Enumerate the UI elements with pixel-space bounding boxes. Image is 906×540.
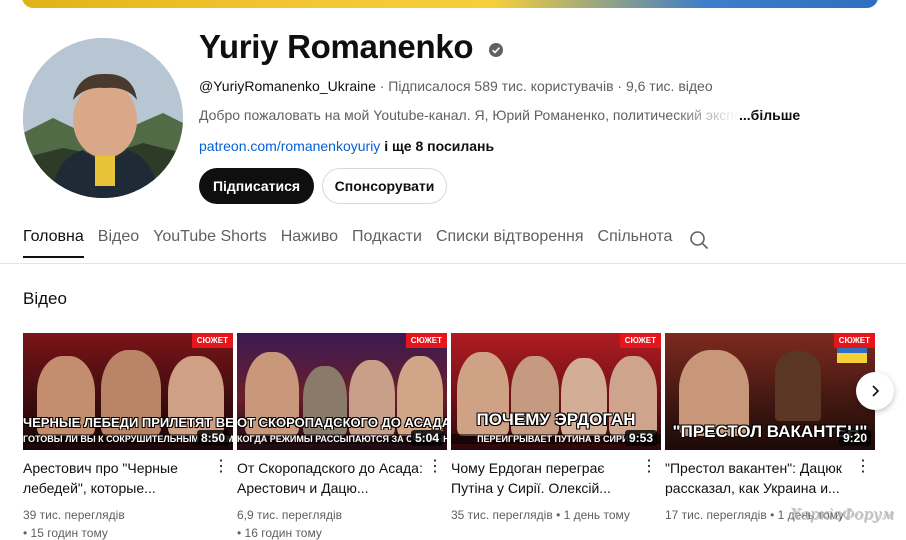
channel-stats: · Підписалося 589 тис. користувачів · 9,… <box>375 78 713 94</box>
more-vert-icon[interactable]: ⋮ <box>855 457 871 477</box>
video-thumbnail[interactable]: СЮЖЕТ ЧЕРНЫЕ ЛЕБЕДИ ПРИЛЕТЯТ ВЕСНОЙ ГОТО… <box>23 333 233 450</box>
channel-name: Yuriy Romanenko <box>199 28 474 65</box>
video-card[interactable]: СЮЖЕТ "ПРЕСТОЛ ВАКАНТЕН" 9:20 "Престол в… <box>665 333 875 522</box>
section-title: Відео <box>23 289 67 308</box>
video-duration: 9:53 <box>624 430 657 446</box>
status-badge: СЮЖЕТ <box>405 333 447 348</box>
channel-handle: @YuriyRomanenko_Ukraine <box>199 78 376 94</box>
tab-videos[interactable]: Відео <box>98 228 139 258</box>
throne-icon <box>775 351 821 421</box>
video-views-count: 17 тис. переглядів <box>665 508 767 522</box>
channel-banner[interactable] <box>22 0 878 8</box>
video-thumbnail[interactable]: СЮЖЕТ ПОЧЕМУ ЭРДОГАН ПЕРЕИГРЫВАЕТ ПУТИНА… <box>451 333 661 450</box>
channel-description[interactable]: Добро пожаловать на мой Youtube-канал. Я… <box>199 107 800 123</box>
tab-podcasts[interactable]: Подкасти <box>352 228 422 258</box>
description-text: Добро пожаловать на мой Youtube-канал. Я… <box>199 107 739 123</box>
tab-live[interactable]: Наживо <box>281 228 338 258</box>
tab-community[interactable]: Спільнота <box>598 228 673 258</box>
video-duration: 5:04 <box>410 430 443 446</box>
more-vert-icon[interactable]: ⋮ <box>213 457 229 477</box>
channel-meta: @YuriyRomanenko_Ukraine · Підписалося 58… <box>199 78 713 94</box>
video-card[interactable]: СЮЖЕТ ПОЧЕМУ ЭРДОГАН ПЕРЕИГРЫВАЕТ ПУТИНА… <box>451 333 661 522</box>
channel-links: patreon.com/romanenkoyuriy і ще 8 посила… <box>199 138 494 154</box>
more-link[interactable]: ...більше <box>739 107 800 123</box>
video-views: 35 тис. переглядів • 1 день тому <box>451 508 661 522</box>
verified-check-icon <box>489 43 503 57</box>
more-vert-icon[interactable]: ⋮ <box>427 457 443 477</box>
video-thumbnail[interactable]: СЮЖЕТ "ПРЕСТОЛ ВАКАНТЕН" 9:20 <box>665 333 875 450</box>
video-title[interactable]: Арестович про "Черные лебедей", которые.… <box>23 458 209 498</box>
video-title[interactable]: От Скоропадского до Асада: Арестович и Д… <box>237 458 423 498</box>
thumb-caption: ОТ СКОРОПАДСКОГО ДО АСАДА: <box>237 415 447 430</box>
sponsor-button[interactable]: Спонсорувати <box>322 168 447 204</box>
tab-home[interactable]: Головна <box>23 228 84 258</box>
search-icon[interactable] <box>689 230 709 250</box>
video-age: • 15 годин тому <box>23 526 108 540</box>
video-views: 39 тис. переглядів <box>23 508 125 522</box>
video-age: • 1 день тому <box>552 508 630 522</box>
chevron-right-icon <box>872 385 880 397</box>
thumb-caption: ЧЕРНЫЕ ЛЕБЕДИ ПРИЛЕТЯТ ВЕСНОЙ <box>23 415 233 430</box>
status-badge: СЮЖЕТ <box>833 333 875 348</box>
video-card[interactable]: СЮЖЕТ ОТ СКОРОПАДСКОГО ДО АСАДА: КОГДА Р… <box>237 333 447 540</box>
video-age: • 16 годин тому <box>237 526 322 540</box>
video-card[interactable]: СЮЖЕТ ЧЕРНЫЕ ЛЕБЕДИ ПРИЛЕТЯТ ВЕСНОЙ ГОТО… <box>23 333 233 540</box>
status-badge: СЮЖЕТ <box>191 333 233 348</box>
tab-shorts[interactable]: YouTube Shorts <box>153 228 267 258</box>
video-thumbnail[interactable]: СЮЖЕТ ОТ СКОРОПАДСКОГО ДО АСАДА: КОГДА Р… <box>237 333 447 450</box>
more-links[interactable]: і ще 8 посилань <box>380 138 494 154</box>
more-vert-icon[interactable]: ⋮ <box>641 457 657 477</box>
channel-tabs: Головна Відео YouTube Shorts Наживо Подк… <box>23 228 686 258</box>
video-duration: 9:20 <box>838 430 871 446</box>
video-title[interactable]: "Престол вакантен": Дацюк рассказал, как… <box>665 458 851 498</box>
tabs-divider <box>0 263 906 264</box>
video-views: 6,9 тис. переглядів <box>237 508 343 522</box>
patreon-link[interactable]: patreon.com/romanenkoyuriy <box>199 138 380 154</box>
tab-playlists[interactable]: Списки відтворення <box>436 228 584 258</box>
avatar-photo <box>23 38 183 198</box>
channel-avatar[interactable] <box>23 38 183 198</box>
video-duration: 8:50 <box>196 430 229 446</box>
carousel-next-button[interactable] <box>856 372 894 410</box>
subscribe-button[interactable]: Підписатися <box>199 168 314 204</box>
video-title[interactable]: Чому Ердоган переграє Путіна у Сирії. Ол… <box>451 458 637 498</box>
video-views-count: 35 тис. переглядів <box>451 508 553 522</box>
thumb-caption: ПОЧЕМУ ЭРДОГАН <box>476 410 636 429</box>
status-badge: СЮЖЕТ <box>619 333 661 348</box>
watermark: ХарківФорум <box>790 505 894 523</box>
